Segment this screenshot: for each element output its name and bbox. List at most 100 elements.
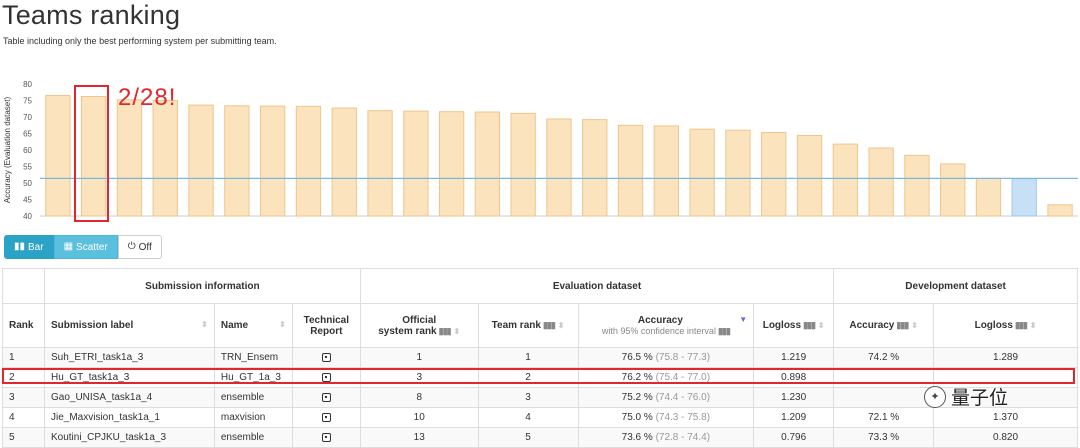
confidence-interval: (72.8 - 74.4) — [655, 432, 711, 443]
chart-bar[interactable] — [761, 132, 787, 217]
col-name[interactable]: Name ⬍ — [213, 303, 293, 348]
sort-icon: ⬍ — [557, 321, 565, 330]
dev-logloss-cell: 0.820 — [933, 427, 1078, 448]
col-rank[interactable]: Rank — [2, 303, 45, 348]
report-link-icon[interactable] — [321, 392, 331, 402]
y-tick-label: 55 — [23, 163, 32, 172]
chart-bar[interactable] — [403, 110, 429, 217]
chart-bar[interactable] — [582, 119, 608, 217]
dev-logloss-cell: 1.370 — [933, 407, 1078, 428]
technical-report-cell — [291, 427, 361, 448]
sort-icon: ⬍ — [817, 321, 825, 330]
y-tick-label: 65 — [23, 130, 32, 139]
chart-bar[interactable] — [832, 143, 859, 217]
chart-bar[interactable] — [224, 105, 250, 217]
report-link-icon[interactable] — [321, 432, 331, 442]
rank-cell: 1 — [2, 347, 45, 368]
col-accuracy[interactable]: Accuracy ▼ with 95% confidence interval ▮▮▮ — [577, 303, 755, 348]
table-row[interactable]: 4 Jie_Maxvision_task1a_1 maxvision 10 4 75.0 … — [2, 407, 1078, 428]
col-logloss[interactable]: Logloss ▮▮▮ ⬍ — [753, 303, 835, 348]
col-dev-accuracy[interactable]: Accuracy ▮▮▮ ⬍ — [833, 303, 935, 348]
chart-bar[interactable] — [474, 111, 501, 217]
col-submission-label[interactable]: Submission label ⬍ — [43, 303, 215, 348]
group-submission-info: Submission information — [43, 268, 361, 304]
sort-icon: ⬍ — [453, 326, 461, 336]
col-dev-logloss[interactable]: Logloss ▮▮▮ ⬍ — [933, 303, 1078, 348]
group-empty-cell — [2, 268, 45, 304]
chart-bar[interactable] — [653, 125, 680, 217]
team-rank-cell: 3 — [477, 387, 579, 408]
bar-chart-icon: ▮▮▮ — [717, 325, 731, 336]
report-link-icon[interactable] — [321, 412, 331, 422]
col-technical-report[interactable]: Technical Report — [291, 303, 361, 348]
accuracy-cell: 73.6 % (72.8 - 74.4) — [577, 427, 755, 448]
scatter-mode-button[interactable]: ▦ Scatter — [53, 235, 118, 259]
chart-bar[interactable] — [1047, 204, 1073, 217]
dev-accuracy-cell — [833, 387, 935, 408]
annotation-box — [74, 85, 109, 222]
technical-report-cell — [291, 407, 361, 428]
chart-bar[interactable] — [796, 135, 823, 217]
chart-bar[interactable] — [295, 105, 322, 217]
chart-bar[interactable] — [546, 118, 572, 217]
chart-bar[interactable] — [260, 105, 286, 217]
accuracy-value: 76.5 % — [621, 352, 653, 363]
confidence-interval: (75.8 - 77.3) — [655, 352, 711, 363]
col-official-rank[interactable]: Official system rank ▮▮▮ ⬍ — [359, 303, 479, 348]
chart-bar[interactable] — [904, 154, 930, 217]
sort-icon: ⬍ — [279, 320, 286, 329]
y-axis-label: Accuracy (Evaluation dataset) — [3, 97, 12, 204]
logloss-cell: 1.209 — [753, 407, 835, 428]
watermark-text: 量子位 — [951, 387, 1009, 409]
submission-label-cell: Gao_UNISA_task1a_4 — [43, 387, 215, 408]
chart-bar[interactable] — [367, 110, 393, 217]
name-cell: TRN_Ensem — [213, 347, 293, 368]
rank-cell: 3 — [2, 387, 45, 408]
accuracy-value: 73.6 % — [621, 432, 653, 443]
chart-bar[interactable] — [725, 129, 751, 217]
bar-chart-icon: ▮▮▮ — [1014, 320, 1028, 330]
page-subtitle: Table including only the best performing… — [3, 36, 277, 46]
logloss-cell: 1.219 — [753, 347, 835, 368]
chart-bar[interactable] — [510, 112, 536, 217]
chart-bar[interactable] — [439, 111, 465, 217]
table-row[interactable]: 3 Gao_UNISA_task1a_4 ensemble 8 3 75.2 % (74.… — [2, 387, 1078, 408]
chart-bar[interactable] — [1011, 178, 1037, 217]
official-rank-cell: 8 — [359, 387, 479, 408]
y-tick-label: 75 — [23, 97, 32, 106]
rank-cell: 4 — [2, 407, 45, 428]
y-tick-label: 50 — [23, 179, 32, 188]
bar-chart-icon: ▮▮ — [14, 241, 26, 252]
bar-mode-button[interactable]: ▮▮ Bar — [4, 235, 54, 259]
col-team-rank[interactable]: Team rank ▮▮▮ ⬍ — [477, 303, 579, 348]
chart-bar[interactable] — [689, 128, 715, 217]
off-mode-label: Off — [138, 241, 152, 253]
report-link-icon[interactable] — [321, 352, 331, 362]
chart-bar[interactable] — [152, 100, 178, 217]
official-rank-cell: 10 — [359, 407, 479, 428]
team-rank-cell: 1 — [477, 347, 579, 368]
table-row[interactable]: 5 Koutini_CPJKU_task1a_3 ensemble 13 5 73.6 %… — [2, 427, 1078, 448]
power-icon: ⏻ — [127, 241, 136, 252]
off-mode-button[interactable]: ⏻ Off — [117, 235, 162, 259]
accuracy-cell: 75.2 % (74.4 - 76.0) — [577, 387, 755, 408]
chart-bar[interactable] — [940, 163, 966, 217]
chart-bar[interactable] — [617, 124, 644, 217]
chart-bar[interactable] — [188, 104, 214, 217]
teams-ranking-table: Submission information Evaluation datase… — [2, 268, 1078, 448]
page-title: Teams ranking — [2, 0, 181, 30]
logloss-cell: 1.230 — [753, 387, 835, 408]
official-rank-cell: 1 — [359, 347, 479, 368]
sort-desc-icon: ▼ — [739, 314, 748, 324]
chart-bar[interactable] — [868, 147, 894, 217]
accuracy-value: 75.2 % — [621, 392, 653, 403]
chart-bar[interactable] — [331, 107, 357, 217]
y-tick-label: 45 — [23, 196, 32, 205]
sort-icon: ⬍ — [201, 320, 208, 329]
confidence-interval: (74.3 - 75.8) — [655, 412, 711, 423]
chart-bar[interactable] — [975, 177, 1002, 217]
chart-bar[interactable] — [116, 99, 143, 217]
table-row[interactable]: 1 Suh_ETRI_task1a_3 TRN_Ensem 1 1 76.5 % (75.… — [2, 347, 1078, 368]
chart-bar[interactable] — [45, 95, 71, 217]
y-tick-label: 40 — [23, 212, 32, 220]
